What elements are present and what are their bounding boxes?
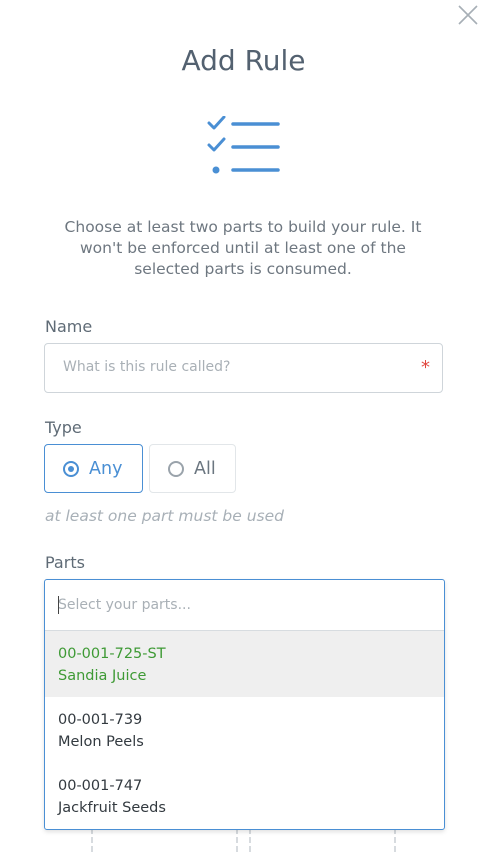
parts-option[interactable]: 00-001-739 Melon Peels [45, 697, 444, 763]
part-name: Sandia Juice [58, 668, 147, 684]
part-code: 00-001-747 [58, 778, 143, 794]
part-name: Jackfruit Seeds [58, 800, 166, 816]
type-option-all-label: All [194, 458, 216, 479]
dialog-title: Add Rule [181, 44, 306, 77]
type-option-any[interactable]: Any [44, 444, 143, 493]
text-cursor [58, 596, 59, 614]
part-name: Melon Peels [58, 734, 144, 750]
type-option-all[interactable]: All [149, 444, 236, 493]
part-code: 00-001-725-ST [58, 646, 166, 662]
part-code: 00-001-739 [58, 712, 143, 728]
radio-selected-icon [63, 460, 79, 477]
divider [91, 828, 93, 852]
radio-unselected-icon [168, 460, 184, 477]
divider [394, 828, 396, 852]
checklist-icon [206, 115, 282, 180]
type-label: Type [45, 418, 82, 437]
parts-label: Parts [45, 553, 85, 572]
name-input[interactable] [45, 344, 403, 390]
name-label: Name [45, 317, 93, 336]
parts-option[interactable]: 00-001-747 Jackfruit Seeds [45, 763, 444, 829]
parts-search-input[interactable] [45, 580, 428, 630]
name-field[interactable]: * [44, 343, 443, 393]
divider [249, 828, 251, 852]
parts-search-row[interactable] [45, 580, 444, 631]
type-hint: at least one part must be used [45, 507, 284, 525]
type-option-any-label: Any [89, 458, 123, 479]
parts-option[interactable]: 00-001-725-ST Sandia Juice [45, 631, 444, 697]
close-icon[interactable] [457, 4, 479, 26]
required-marker: * [421, 357, 430, 378]
parts-dropdown[interactable]: 00-001-725-ST Sandia Juice 00-001-739 Me… [44, 579, 445, 830]
divider [236, 828, 238, 852]
dialog-description: Choose at least two parts to build your … [64, 218, 422, 278]
